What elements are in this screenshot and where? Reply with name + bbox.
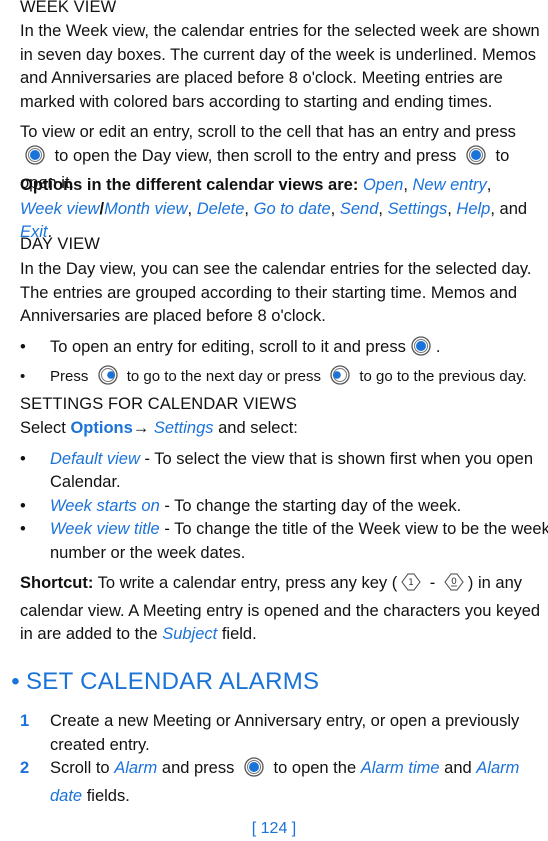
settings-intro: Select Options→ Settings and select:	[20, 417, 548, 441]
list-item: • Week starts on - To change the starting…	[20, 495, 548, 519]
option-settings: Settings	[387, 199, 448, 218]
setting-term: Week starts on	[50, 496, 160, 515]
text: -	[429, 574, 436, 592]
day-view-description: In the Day view, you can see the calenda…	[20, 260, 532, 325]
text: Select	[20, 419, 66, 437]
option-go-to-date: Go to date	[253, 199, 331, 218]
keypad-key-1-icon: 1	[400, 572, 422, 600]
alarms-steps: 1 Create a new Meeting or Anniversary en…	[20, 710, 548, 808]
list-item: • To open an entry for editing, scroll t…	[20, 336, 548, 364]
shortcut-label: Shortcut:	[20, 574, 94, 592]
week-view-heading: WEEK VIEW	[20, 0, 117, 16]
step-item: 2 Scroll to Alarm and press to open the …	[20, 757, 548, 808]
arrow: →	[132, 419, 150, 437]
option-week-view: Week view	[20, 199, 100, 218]
setting-desc: - To change the starting day of the week…	[159, 496, 462, 515]
separator: ,	[490, 199, 495, 218]
text: To view or edit an entry, scroll to the …	[20, 123, 516, 141]
separator: ,	[486, 176, 492, 194]
separator: ,	[244, 199, 250, 218]
options-label: Options in the different calendar views …	[20, 176, 359, 194]
joystick-press-icon	[25, 144, 45, 173]
week-view-description: In the Week view, the calendar entries f…	[20, 22, 540, 111]
text: .	[435, 338, 441, 356]
heading-text: SET CALENDAR ALARMS	[26, 668, 320, 695]
setting-term: Week view title	[50, 520, 160, 538]
text: Press	[50, 367, 89, 385]
alarms-section: • SET CALENDAR ALARMS	[0, 668, 530, 696]
joystick-press-icon	[466, 144, 486, 173]
option-help: Help	[456, 199, 491, 218]
joystick-right-icon	[97, 364, 118, 393]
separator: ,	[403, 176, 408, 194]
text: and select:	[218, 419, 298, 437]
step-number: 2	[20, 759, 30, 777]
bullet: •	[20, 449, 26, 468]
text: to open the Day view, then scroll to the…	[54, 146, 457, 165]
settings-heading: SETTINGS FOR CALENDAR VIEWS	[20, 395, 297, 413]
settings-menu-link: Settings	[153, 419, 214, 437]
option-delete: Delete	[196, 199, 245, 218]
alarm-time-field-link: Alarm time	[360, 759, 440, 777]
separator: ,	[330, 199, 336, 218]
option-new-entry: New entry	[412, 176, 487, 194]
alarms-heading: • SET CALENDAR ALARMS	[0, 668, 530, 696]
bullet: •	[20, 367, 26, 385]
bullet: •	[20, 520, 26, 538]
options-menu-link: Options	[70, 419, 133, 437]
text: Scroll to	[50, 759, 110, 777]
page-number: [ 124 ]	[251, 820, 297, 837]
settings-section: SETTINGS FOR CALENDAR VIEWS Select Optio…	[20, 393, 548, 565]
step-item: 1 Create a new Meeting or Anniversary en…	[20, 710, 548, 757]
list-item: • Week view title - To change the title o…	[20, 518, 548, 565]
joystick-press-icon	[244, 757, 264, 785]
text: field.	[221, 625, 257, 643]
joystick-press-icon	[411, 336, 431, 364]
step-text: Create a new Meeting or Anniversary entr…	[50, 712, 520, 754]
text: fields.	[86, 786, 130, 805]
separator: ,	[447, 199, 452, 218]
day-view-heading: DAY VIEW	[20, 235, 100, 253]
text: to open the	[273, 759, 357, 777]
step-number: 1	[20, 712, 30, 730]
text: and	[499, 199, 528, 218]
text: To open an entry for editing, scroll to …	[50, 338, 406, 356]
bullet: •	[20, 496, 26, 515]
separator: ,	[187, 199, 193, 218]
day-view-bullets: • To open an entry for editing, scroll t…	[20, 336, 548, 392]
bullet: •	[20, 338, 26, 356]
text: and	[444, 759, 472, 777]
shortcut-section: Shortcut: To write a calendar entry, pre…	[20, 572, 548, 647]
subject-field-link: Subject	[162, 625, 218, 643]
joystick-left-icon	[330, 364, 350, 393]
list-item: • Default view - To select the view that …	[20, 448, 548, 495]
svg-text:1: 1	[408, 578, 414, 588]
day-view-section: DAY VIEW In the Day view, you can see th…	[20, 233, 548, 329]
text: to go to the previous day.	[359, 367, 527, 385]
list-item: • Press to go to the next day or press t…	[20, 364, 548, 393]
keypad-key-0-icon: 0	[443, 572, 465, 600]
text: To write a calendar entry, press any key…	[97, 574, 398, 592]
text: and press	[161, 759, 235, 777]
week-view-section: WEEK VIEW In the Week view, the calendar…	[20, 0, 548, 114]
separator: ,	[378, 199, 383, 218]
option-send: Send	[339, 199, 379, 218]
option-open: Open	[362, 176, 404, 194]
heading-bullet: •	[11, 668, 20, 695]
setting-term: Default view	[50, 449, 140, 468]
text: to go to the next day or press	[126, 367, 321, 385]
option-month-view: Month view	[104, 199, 188, 218]
alarm-field-link: Alarm	[114, 759, 158, 777]
svg-text:0: 0	[451, 577, 457, 587]
